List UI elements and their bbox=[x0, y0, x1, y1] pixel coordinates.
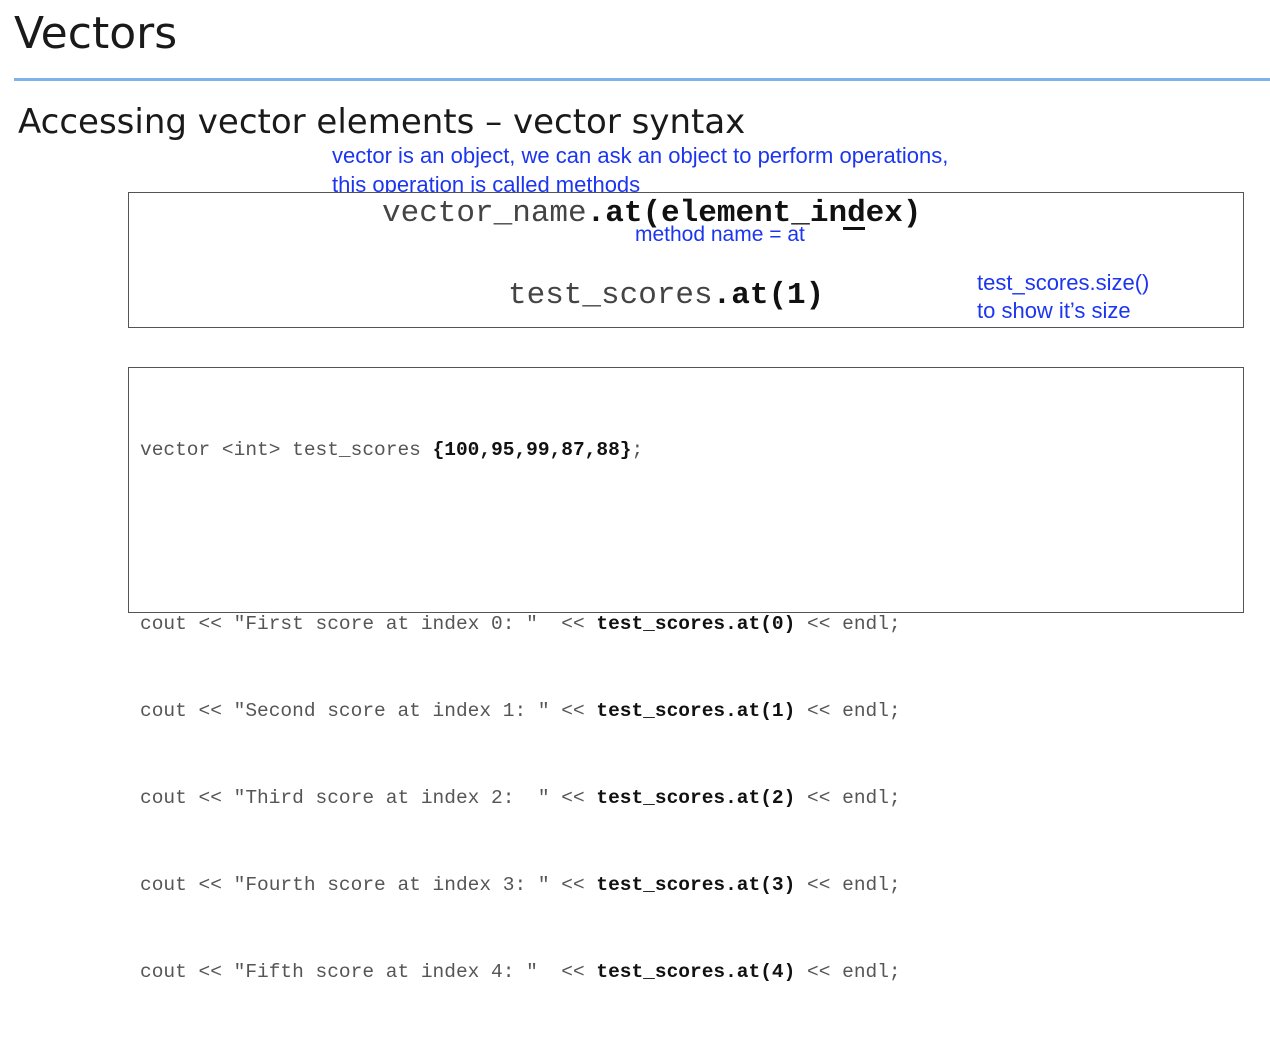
code-line-suffix: << endl; bbox=[795, 700, 901, 722]
code-line-suffix: << endl; bbox=[795, 874, 901, 896]
code-initializer-list: {100,95,99,87,88} bbox=[432, 439, 632, 461]
code-line-call: test_scores.at(4) bbox=[596, 961, 796, 983]
code-block: vector <int> test_scores {100,95,99,87,8… bbox=[140, 378, 901, 1045]
code-semicolon: ; bbox=[631, 439, 644, 461]
code-line-suffix: << endl; bbox=[795, 787, 901, 809]
handwritten-dash bbox=[843, 227, 865, 230]
code-line-prefix: cout << "Fourth score at index 3: " << bbox=[140, 874, 597, 896]
annotation-object-note: vector is an object, we can ask an objec… bbox=[332, 143, 949, 168]
code-line-prefix: cout << "Fifth score at index 4: " << bbox=[140, 961, 597, 983]
syntax-box: vector_name.at(element_index) method nam… bbox=[128, 192, 1244, 328]
syntax-example-name: test_scores bbox=[508, 278, 713, 313]
annotation-method-name: method name = at bbox=[635, 223, 805, 246]
code-line-prefix: cout << "First score at index 0: " << bbox=[140, 613, 597, 635]
syntax-example-call: .at(1) bbox=[712, 278, 825, 313]
code-line: cout << "Fourth score at index 3: " << t… bbox=[140, 871, 901, 900]
code-line-call: test_scores.at(2) bbox=[596, 787, 796, 809]
code-line-suffix: << endl; bbox=[795, 613, 901, 635]
code-declaration-type: vector <int> test_scores bbox=[140, 439, 433, 461]
code-line: cout << "Fifth score at index 4: " << te… bbox=[140, 958, 901, 987]
code-declaration: vector <int> test_scores {100,95,99,87,8… bbox=[140, 436, 901, 465]
code-line: cout << "Second score at index 1: " << t… bbox=[140, 697, 901, 726]
code-line-suffix: << endl; bbox=[795, 961, 901, 983]
code-line-prefix: cout << "Third score at index 2: " << bbox=[140, 787, 597, 809]
code-line-prefix: cout << "Second score at index 1: " << bbox=[140, 700, 597, 722]
slide-subtitle: Accessing vector elements – vector synta… bbox=[18, 102, 746, 142]
code-line-call: test_scores.at(0) bbox=[596, 613, 796, 635]
annotation-size-note: test_scores.size() to show it’s size bbox=[977, 269, 1149, 325]
syntax-vector-name: vector_name bbox=[382, 196, 587, 231]
code-line: cout << "First score at index 0: " << te… bbox=[140, 610, 901, 639]
slide-title: Vectors bbox=[14, 8, 178, 59]
code-line-call: test_scores.at(3) bbox=[596, 874, 796, 896]
annotation-size-line2: to show it’s size bbox=[977, 298, 1131, 323]
code-line: cout << "Third score at index 2: " << te… bbox=[140, 784, 901, 813]
code-box: vector <int> test_scores {100,95,99,87,8… bbox=[128, 367, 1244, 983]
code-line-call: test_scores.at(1) bbox=[596, 700, 796, 722]
title-divider bbox=[14, 78, 1270, 81]
syntax-example: test_scores.at(1) bbox=[508, 278, 824, 313]
annotation-size-line1: test_scores.size() bbox=[977, 270, 1150, 295]
